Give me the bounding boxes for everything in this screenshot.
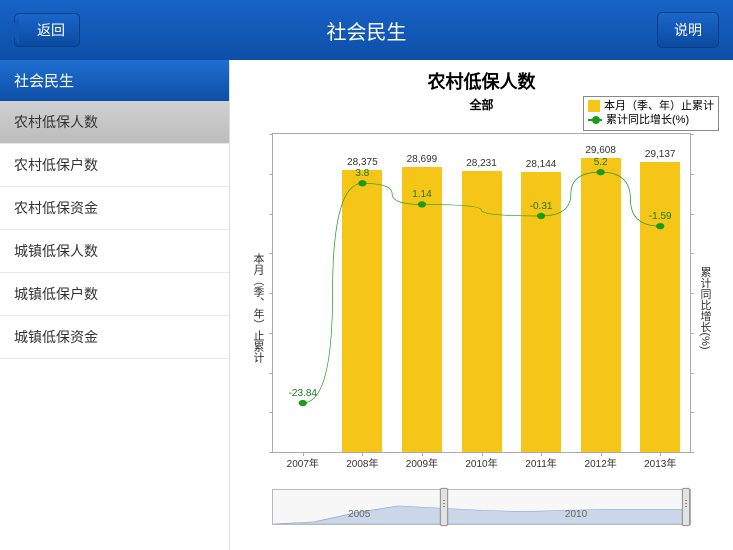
line-point[interactable]: [418, 201, 426, 207]
back-button[interactable]: 返回: [14, 13, 80, 47]
sidebar-item[interactable]: 农村低保人数: [0, 101, 229, 144]
y-axis-left-label: 本月（季、年）止累计: [250, 253, 266, 363]
info-button[interactable]: 说明: [657, 12, 719, 48]
x-tick-label: 2009年: [392, 455, 452, 470]
range-scroller[interactable]: 2005 2010: [272, 489, 691, 525]
trend-line[interactable]: [303, 172, 660, 403]
x-tick-label: 2010年: [452, 455, 512, 470]
scroller-year-1: 2005: [348, 509, 370, 520]
line-point[interactable]: [596, 169, 604, 175]
x-tick-label: 2008年: [332, 455, 392, 470]
line-point[interactable]: [537, 213, 545, 219]
sidebar-header: 社会民生: [0, 60, 229, 101]
line-point[interactable]: [358, 180, 366, 186]
x-tick-label: 2007年: [273, 455, 333, 470]
scroller-year-2: 2010: [565, 509, 587, 520]
sidebar-item[interactable]: 农村低保资金: [0, 187, 229, 230]
range-handle-right[interactable]: [682, 488, 690, 526]
plot[interactable]: 28,37528,69928,23128,14429,60829,137-23.…: [272, 133, 691, 453]
legend-swatch-bar: [588, 100, 600, 112]
chart-title: 农村低保人数: [244, 68, 719, 94]
sidebar-item[interactable]: 城镇低保资金: [0, 316, 229, 359]
line-point[interactable]: [299, 400, 307, 406]
sidebar-item[interactable]: 农村低保户数: [0, 144, 229, 187]
top-header: 返回 社会民生 说明: [0, 0, 733, 60]
legend-swatch-line: [588, 119, 602, 121]
chart-area: 本月（季、年）止累计 累计同比增长(%) 28,37528,69928,2312…: [272, 133, 691, 483]
sidebar-item[interactable]: 城镇低保户数: [0, 273, 229, 316]
sidebar: 社会民生 农村低保人数农村低保户数农村低保资金城镇低保人数城镇低保户数城镇低保资…: [0, 60, 230, 550]
range-handle-left[interactable]: [440, 488, 448, 526]
x-tick-label: 2012年: [571, 455, 631, 470]
page-title: 社会民生: [327, 16, 407, 45]
sidebar-item[interactable]: 城镇低保人数: [0, 230, 229, 273]
y-axis-right-label: 累计同比增长(%): [697, 266, 713, 349]
line-point[interactable]: [656, 223, 664, 229]
legend-label-line: 累计同比增长(%): [606, 113, 689, 127]
x-tick-label: 2011年: [511, 455, 571, 470]
main-panel: 农村低保人数 本月（季、年）止累计 累计同比增长(%) 全部 本月（季、年）止累…: [230, 60, 733, 550]
x-tick-label: 2013年: [630, 455, 690, 470]
legend: 本月（季、年）止累计 累计同比增长(%): [583, 96, 719, 131]
legend-label-bar: 本月（季、年）止累计: [604, 99, 714, 113]
